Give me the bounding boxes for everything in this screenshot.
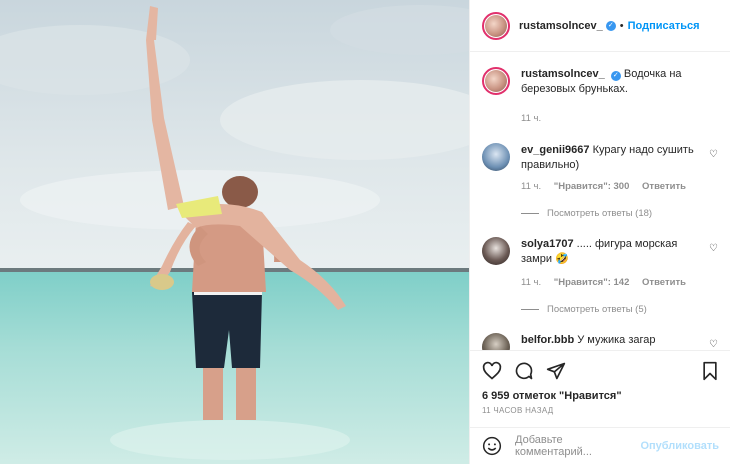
commenter-avatar[interactable]: [482, 333, 510, 350]
likes-count[interactable]: 6 959 отметок "Нравится": [482, 390, 622, 402]
commenter-avatar[interactable]: [482, 143, 510, 171]
view-replies-button[interactable]: Посмотреть ответы (18): [521, 208, 652, 219]
bookmark-icon[interactable]: [700, 361, 720, 381]
comment-text-block: belfor.bbb У мужика загар: [521, 333, 701, 348]
emoji-smiley-icon[interactable]: [482, 436, 502, 456]
caption-time[interactable]: 11 ч.: [521, 113, 541, 124]
comment-meta: 11 ч. "Нравится": 300 Ответить: [521, 181, 696, 192]
replies-line: [521, 213, 539, 214]
comment-like-heart-icon[interactable]: ♡: [709, 149, 718, 160]
caption-avatar[interactable]: [482, 67, 510, 95]
add-comment-bar: Добавьте комментарий... Опубликовать: [470, 427, 730, 464]
commenter-avatar[interactable]: [482, 237, 510, 265]
view-replies-label: Посмотреть ответы (5): [547, 304, 647, 315]
view-replies-label: Посмотреть ответы (18): [547, 208, 653, 219]
caption-meta: 11 ч.: [521, 113, 551, 124]
caption-text-block: rustamsolncev_ ✓ Водочка на березовых бр…: [521, 67, 701, 97]
author-avatar[interactable]: [482, 11, 510, 40]
post-time[interactable]: 11 ЧАСОВ НАЗАД: [482, 406, 553, 415]
replies-line: [521, 309, 539, 310]
comment-reply-button[interactable]: Ответить: [642, 181, 686, 192]
add-comment-input[interactable]: Добавьте комментарий...: [515, 434, 640, 458]
publish-button[interactable]: Опубликовать: [640, 440, 719, 452]
share-paper-plane-icon[interactable]: [546, 361, 566, 381]
author-username[interactable]: rustamsolncev_: [519, 20, 603, 32]
comment-username[interactable]: belfor.bbb: [521, 334, 574, 346]
comment-time[interactable]: 11 ч.: [521, 277, 541, 288]
comment-reply-button[interactable]: Ответить: [642, 277, 686, 288]
verified-badge-icon: ✓: [610, 71, 621, 81]
action-bar: [470, 350, 730, 390]
comments-list[interactable]: rustamsolncev_ ✓ Водочка на березовых бр…: [470, 53, 730, 350]
post-side-panel: rustamsolncev_ ✓ • Подписаться rustamsol…: [469, 0, 730, 464]
comment-text-block: solya1707 ..... фигура морская замри 🤣: [521, 237, 701, 267]
verified-badge-icon: ✓: [605, 20, 616, 31]
comment-meta: 11 ч. "Нравится": 142 Ответить: [521, 277, 696, 288]
follow-button[interactable]: Подписаться: [628, 20, 700, 32]
caption-username[interactable]: rustamsolncev_: [521, 68, 605, 80]
like-heart-icon[interactable]: [482, 361, 502, 381]
comment-text: У мужика загар: [577, 334, 656, 346]
comment-text-block: ev_genii9667 Курагу надо сушить правильн…: [521, 143, 701, 173]
comment-bubble-icon[interactable]: [514, 361, 534, 381]
separator-dot: •: [619, 19, 624, 32]
comment-username[interactable]: solya1707: [521, 238, 574, 250]
view-replies-button[interactable]: Посмотреть ответы (5): [521, 304, 647, 315]
comment-time[interactable]: 11 ч.: [521, 181, 541, 192]
comment-likes[interactable]: "Нравится": 142: [554, 277, 630, 288]
comment-like-heart-icon[interactable]: ♡: [709, 339, 718, 350]
comment-like-heart-icon[interactable]: ♡: [709, 243, 718, 254]
post-photo[interactable]: [0, 0, 469, 464]
comment-likes[interactable]: "Нравится": 300: [554, 181, 630, 192]
instagram-post: rustamsolncev_ ✓ • Подписаться rustamsol…: [0, 0, 730, 464]
comment-username[interactable]: ev_genii9667: [521, 144, 590, 156]
post-header: rustamsolncev_ ✓ • Подписаться: [470, 0, 730, 52]
